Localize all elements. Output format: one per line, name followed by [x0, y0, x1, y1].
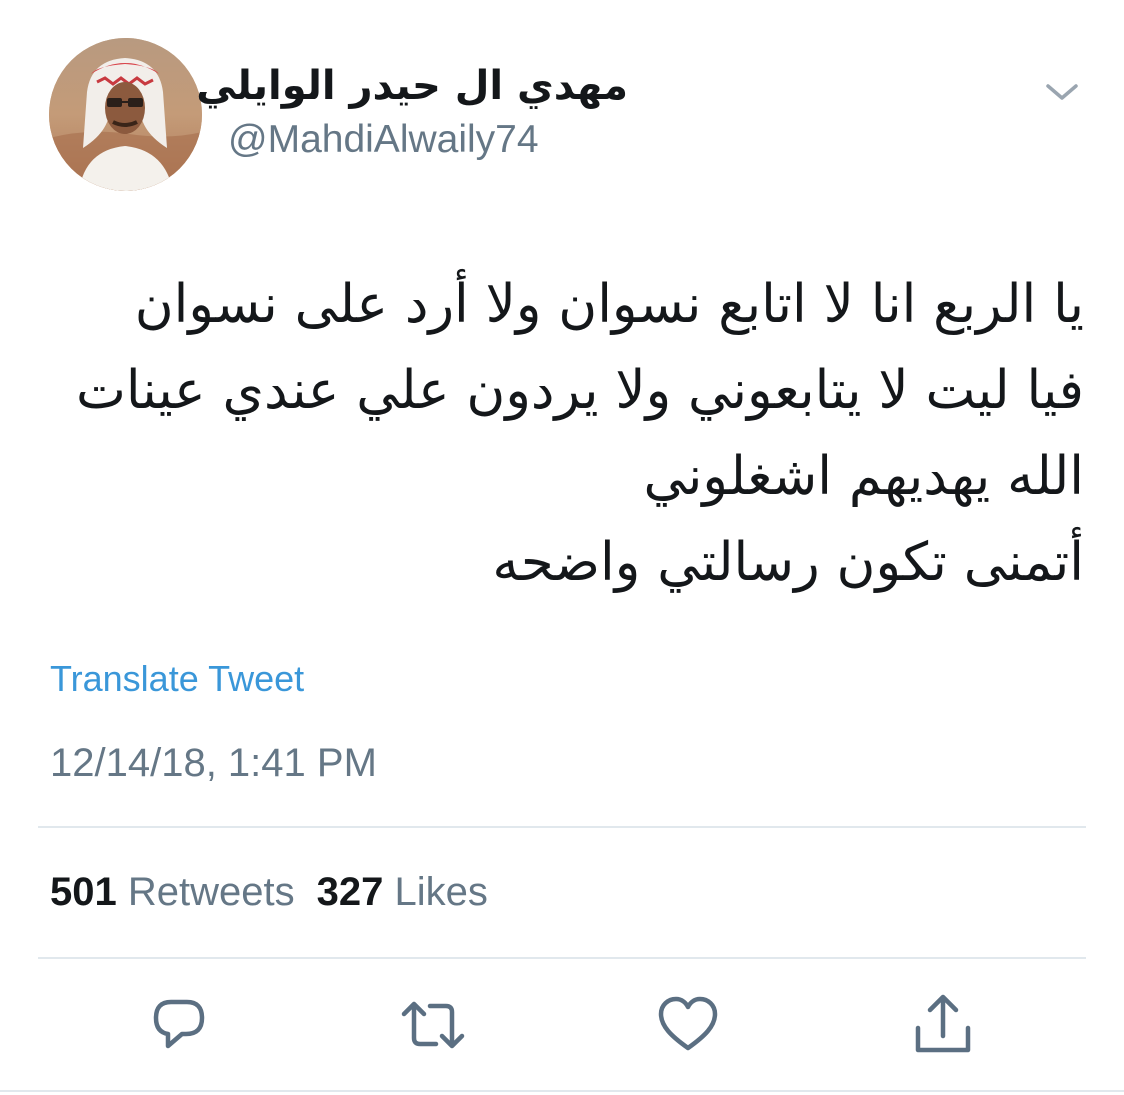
- tweet-stats: 501 Retweets 327 Likes: [50, 866, 488, 918]
- chevron-down-icon[interactable]: [1040, 76, 1084, 108]
- retweets-count: 501: [50, 870, 117, 914]
- tweet-text-line: فيا ليت لا يتابعوني ولا يردون علي عندي ع…: [75, 360, 1084, 421]
- divider: [38, 957, 1086, 959]
- tweet-text-line: أتمنى تكون رسالتي واضحه: [492, 532, 1084, 593]
- likes-count: 327: [316, 870, 384, 914]
- divider: [0, 1090, 1124, 1092]
- author-display-name[interactable]: مهدي ال حيدر الوايلي: [196, 56, 628, 116]
- share-icon[interactable]: [910, 992, 976, 1058]
- tweet-timestamp[interactable]: 12/14/18, 1:41 PM: [50, 738, 377, 788]
- likes-label: Likes: [394, 870, 488, 914]
- reply-icon[interactable]: [146, 992, 212, 1058]
- like-icon[interactable]: [655, 992, 721, 1058]
- retweets-label: Retweets: [127, 870, 295, 914]
- retweet-icon[interactable]: [400, 992, 466, 1058]
- divider: [38, 826, 1086, 828]
- tweet-text-line: يا الربع انا لا اتابع نسوان ولا أرد على …: [134, 274, 1084, 335]
- tweet-text: يا الربع انا لا اتابع نسوان ولا أرد على …: [40, 262, 1084, 606]
- tweet-text-line: الله يهديهم اشغلوني: [643, 446, 1084, 507]
- translate-tweet-link[interactable]: Translate Tweet: [50, 656, 304, 702]
- likes-stat[interactable]: 327 Likes: [317, 870, 488, 914]
- avatar[interactable]: [49, 38, 202, 191]
- retweets-stat[interactable]: 501 Retweets: [50, 870, 295, 914]
- author-handle[interactable]: @MahdiAlwaily74: [228, 117, 539, 163]
- avatar-image: [49, 38, 202, 191]
